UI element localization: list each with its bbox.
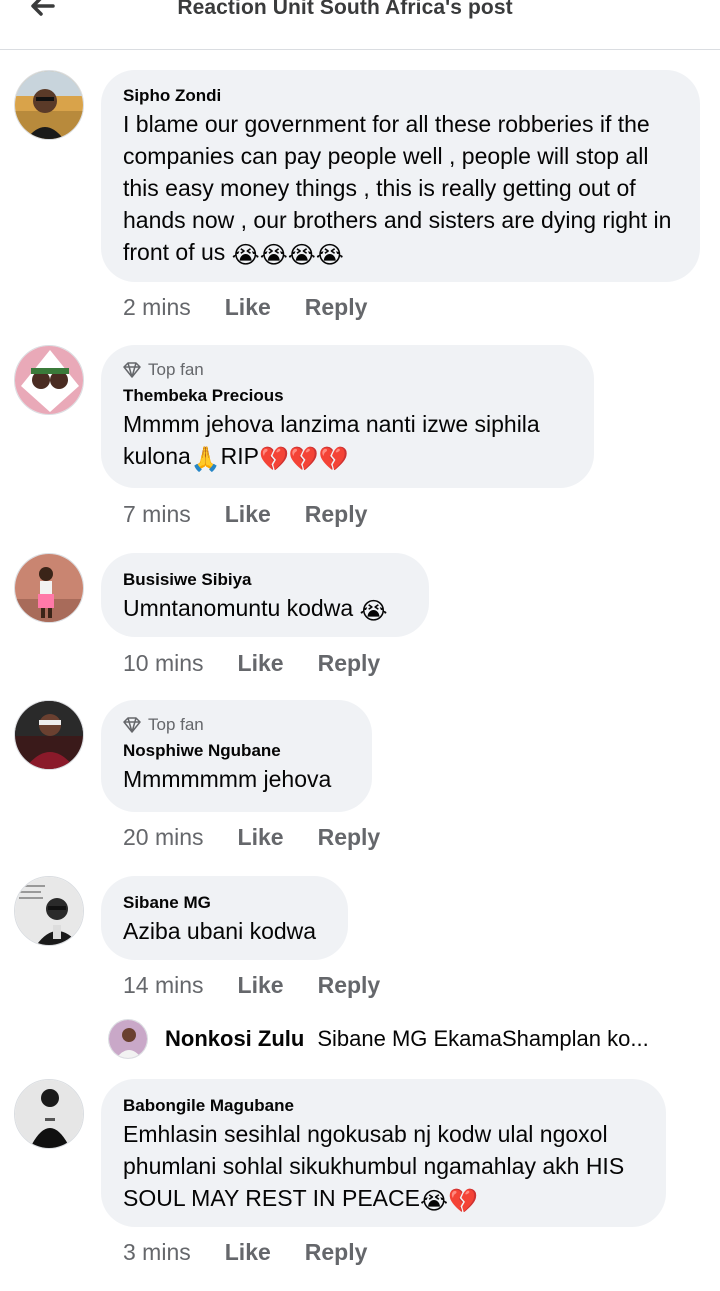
- comment-author[interactable]: Sibane MG: [123, 892, 326, 914]
- like-button[interactable]: Like: [225, 294, 271, 321]
- comment-text: Umntanomuntu kodwa 😭: [123, 595, 388, 625]
- comment-text: Mmmm jehova lanzima nanti izwe siphila k…: [123, 411, 540, 473]
- comment-text: Aziba ubani kodwa: [123, 918, 317, 944]
- comment-time[interactable]: 14 mins: [123, 972, 204, 999]
- comment-actions: 20 mins Like Reply: [123, 824, 380, 851]
- reply-button[interactable]: Reply: [305, 1239, 368, 1266]
- comment-author[interactable]: Thembeka Precious: [123, 385, 572, 407]
- comment-time[interactable]: 3 mins: [123, 1239, 191, 1266]
- comment-author[interactable]: Busisiwe Sibiya: [123, 569, 407, 591]
- avatar[interactable]: [14, 70, 84, 140]
- comment-bubble: Sipho Zondi I blame our government for a…: [101, 70, 700, 282]
- comment-actions: 3 mins Like Reply: [123, 1239, 367, 1266]
- like-button[interactable]: Like: [225, 501, 271, 528]
- comment-time[interactable]: 7 mins: [123, 501, 191, 528]
- praying-hands-emoji: 🙏: [190, 446, 221, 473]
- comment-author[interactable]: Babongile Magubane: [123, 1095, 644, 1117]
- comment-time[interactable]: 20 mins: [123, 824, 204, 851]
- reply-button[interactable]: Reply: [318, 650, 381, 677]
- top-bar: Reaction Unit South Africa's post: [0, 0, 720, 50]
- diamond-icon: [123, 362, 141, 378]
- avatar[interactable]: [14, 553, 84, 623]
- like-button[interactable]: Like: [238, 650, 284, 677]
- top-fan-badge: Top fan: [123, 713, 350, 737]
- reply-preview[interactable]: Nonkosi Zulu Sibane MG EkamaShamplan ko.…: [108, 1018, 708, 1060]
- comment-actions: 2 mins Like Reply: [123, 294, 367, 321]
- diamond-icon: [123, 717, 141, 733]
- like-button[interactable]: Like: [225, 1239, 271, 1266]
- like-button[interactable]: Like: [238, 972, 284, 999]
- avatar[interactable]: [14, 1079, 84, 1149]
- broken-heart-emoji: 💔💔💔: [259, 446, 349, 473]
- reply-snippet: Sibane MG EkamaShamplan ko...: [317, 1026, 649, 1051]
- comment-bubble: Top fan Nosphiwe Ngubane Mmmmmmm jehova: [101, 700, 372, 812]
- top-fan-badge: Top fan: [123, 358, 572, 382]
- comment-text: I blame our government for all these rob…: [123, 111, 672, 269]
- avatar[interactable]: [108, 1019, 148, 1059]
- crying-emoji: 😭: [359, 598, 388, 625]
- comment-actions: 10 mins Like Reply: [123, 650, 380, 677]
- comment-text: Emhlasin sesihlal ngokusab nj kodw ulal …: [123, 1121, 625, 1215]
- page-title: Reaction Unit South Africa's post: [177, 0, 513, 19]
- comment-bubble: Busisiwe Sibiya Umntanomuntu kodwa 😭: [101, 553, 429, 637]
- comment-time[interactable]: 10 mins: [123, 650, 204, 677]
- comment-author[interactable]: Sipho Zondi: [123, 85, 678, 107]
- comment-text: Mmmmmmm jehova: [123, 766, 332, 792]
- comment-bubble: Top fan Thembeka Precious Mmmm jehova la…: [101, 345, 594, 488]
- avatar[interactable]: [14, 345, 84, 415]
- avatar[interactable]: [14, 700, 84, 770]
- comment-actions: 14 mins Like Reply: [123, 972, 380, 999]
- reply-button[interactable]: Reply: [318, 824, 381, 851]
- reply-button[interactable]: Reply: [318, 972, 381, 999]
- avatar[interactable]: [14, 876, 84, 946]
- comment-time[interactable]: 2 mins: [123, 294, 191, 321]
- comment-bubble: Sibane MG Aziba ubani kodwa: [101, 876, 348, 960]
- reply-button[interactable]: Reply: [305, 294, 368, 321]
- reply-author[interactable]: Nonkosi Zulu: [165, 1026, 304, 1052]
- crying-broken-heart-emoji: 😭💔: [419, 1188, 478, 1215]
- crying-emoji: 😭😭😭😭: [231, 242, 344, 269]
- like-button[interactable]: Like: [238, 824, 284, 851]
- comment-bubble: Babongile Magubane Emhlasin sesihlal ngo…: [101, 1079, 666, 1227]
- comment-actions: 7 mins Like Reply: [123, 501, 367, 528]
- comment-author[interactable]: Nosphiwe Ngubane: [123, 740, 350, 762]
- reply-button[interactable]: Reply: [305, 501, 368, 528]
